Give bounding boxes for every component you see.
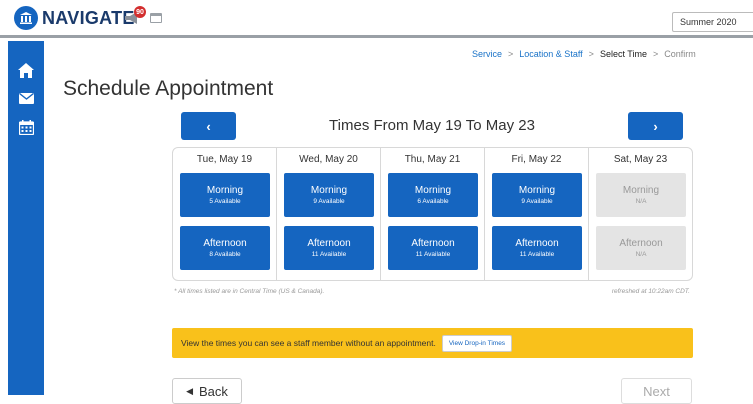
app-name[interactable]: NAVIGATE	[42, 8, 135, 29]
day-header: Wed, May 20	[299, 153, 358, 165]
day-column: Tue, May 19 Morning 5 Available Afternoo…	[173, 148, 277, 280]
back-button-label: Back	[199, 383, 228, 399]
morning-slot-button[interactable]: Morning 5 Available	[180, 173, 270, 217]
mail-icon[interactable]	[8, 85, 44, 111]
slot-availability: 11 Available	[415, 250, 451, 258]
back-button[interactable]: ◀ Back	[172, 378, 242, 404]
breadcrumb-separator: >	[652, 49, 659, 59]
slot-availability: 5 Available	[209, 197, 241, 205]
chevron-left-icon: ‹	[206, 118, 211, 134]
slot-label: Morning	[310, 184, 348, 196]
previous-week-button[interactable]: ‹	[181, 112, 236, 140]
day-header: Fri, May 22	[511, 153, 562, 165]
day-header: Tue, May 19	[196, 153, 253, 165]
slot-availability: 8 Available	[209, 250, 241, 258]
afternoon-slot-unavailable: Afternoon N/A	[596, 226, 686, 270]
breadcrumb-confirm: Confirm	[664, 49, 696, 59]
breadcrumb-service[interactable]: Service	[472, 49, 502, 59]
day-header: Sat, May 23	[613, 153, 668, 165]
slot-label: Afternoon	[515, 237, 559, 249]
chevron-right-icon: ›	[653, 118, 658, 134]
afternoon-slot-button[interactable]: Afternoon 11 Available	[388, 226, 478, 270]
top-bar: NAVIGATE 90 Summer 2020 ▼	[0, 0, 753, 38]
breadcrumb: Service > Location & Staff > Select Time…	[472, 49, 696, 59]
day-column: Thu, May 21 Morning 6 Available Afternoo…	[381, 148, 485, 280]
slot-label: Afternoon	[203, 237, 247, 249]
next-week-button[interactable]: ›	[628, 112, 683, 140]
slot-label: Afternoon	[307, 237, 351, 249]
slot-availability: 9 Available	[313, 197, 345, 205]
refreshed-note: refreshed at 10:22am CDT.	[611, 288, 690, 295]
slot-availability: N/A	[635, 250, 647, 258]
slot-label: Morning	[622, 184, 660, 196]
breadcrumb-separator: >	[588, 49, 594, 59]
window-icon[interactable]	[150, 13, 162, 23]
day-column: Fri, May 22 Morning 9 Available Afternoo…	[485, 148, 589, 280]
breadcrumb-location-staff[interactable]: Location & Staff	[519, 49, 582, 59]
timezone-note: * All times listed are in Central Time (…	[174, 288, 325, 295]
view-drop-in-times-button[interactable]: View Drop-in Times	[441, 334, 513, 352]
slot-label: Morning	[518, 184, 556, 196]
term-selector[interactable]: Summer 2020 ▼	[672, 12, 753, 32]
morning-slot-button[interactable]: Morning 9 Available	[492, 173, 582, 217]
page-title: Schedule Appointment	[63, 77, 274, 100]
slot-label: Afternoon	[619, 237, 663, 249]
drop-in-banner: View the times you can see a staff membe…	[172, 328, 693, 358]
slot-availability: 11 Available	[519, 250, 555, 258]
next-button[interactable]: Next	[621, 378, 692, 404]
slot-availability: 9 Available	[521, 197, 553, 205]
morning-slot-button[interactable]: Morning 6 Available	[388, 173, 478, 217]
building-icon[interactable]	[14, 6, 38, 30]
slot-label: Afternoon	[411, 237, 455, 249]
time-slot-grid: Tue, May 19 Morning 5 Available Afternoo…	[172, 147, 693, 281]
morning-slot-button[interactable]: Morning 9 Available	[284, 173, 374, 217]
term-selector-value: Summer 2020	[680, 17, 737, 27]
home-icon[interactable]	[8, 57, 44, 83]
slot-availability: N/A	[635, 197, 647, 205]
afternoon-slot-button[interactable]: Afternoon 11 Available	[492, 226, 582, 270]
banner-text: View the times you can see a staff membe…	[181, 338, 436, 348]
breadcrumb-select-time: Select Time	[599, 49, 647, 59]
slot-availability: 11 Available	[311, 250, 347, 258]
date-range-title: Times From May 19 To May 23	[329, 117, 535, 134]
slot-label: Morning	[206, 184, 244, 196]
calendar-icon[interactable]	[8, 114, 44, 140]
notification-badge[interactable]: 90	[134, 6, 146, 18]
slot-availability: 6 Available	[417, 197, 449, 205]
day-column: Sat, May 23 Morning N/A Afternoon N/A	[589, 148, 692, 280]
day-header: Thu, May 21	[404, 153, 461, 165]
afternoon-slot-button[interactable]: Afternoon 11 Available	[284, 226, 374, 270]
afternoon-slot-button[interactable]: Afternoon 8 Available	[180, 226, 270, 270]
sidebar	[8, 41, 44, 395]
morning-slot-unavailable: Morning N/A	[596, 173, 686, 217]
slot-label: Morning	[414, 184, 452, 196]
day-column: Wed, May 20 Morning 9 Available Afternoo…	[277, 148, 381, 280]
breadcrumb-separator: >	[508, 49, 514, 59]
